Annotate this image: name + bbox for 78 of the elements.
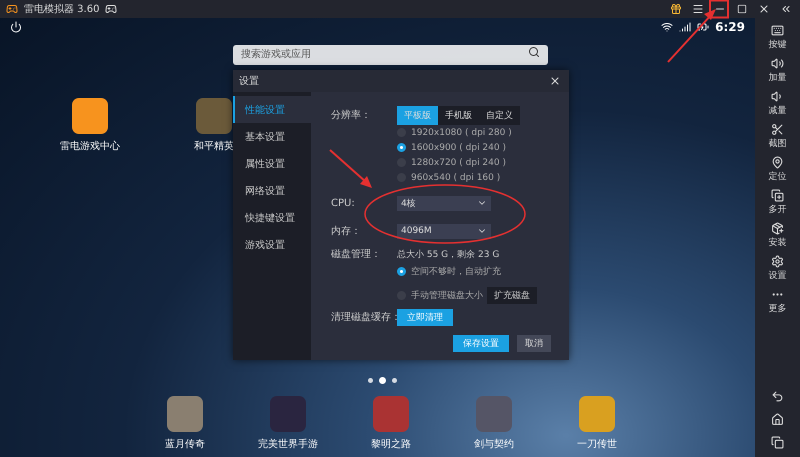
resolution-option[interactable]: 1280x720 ( dpi 240 ) <box>397 156 512 169</box>
field-label: 磁盘管理： <box>331 248 382 261</box>
cpu-select[interactable]: 4核 <box>397 196 491 210</box>
toolbar-button[interactable]: 定位 <box>768 154 786 185</box>
resolution-option[interactable]: 1600x900 ( dpi 240 ) <box>397 141 512 154</box>
settings-tab[interactable]: 基本设置 <box>233 123 311 150</box>
toolbar-icon <box>771 57 784 70</box>
field-label: 分辨率： <box>331 108 372 122</box>
recents-button[interactable] <box>769 434 786 451</box>
search-field[interactable]: 搜索游戏或应用 <box>233 44 548 64</box>
app-label: 一刀传世 <box>577 438 617 451</box>
annotation-arrow <box>667 9 716 63</box>
settings-tab[interactable]: 性能设置 <box>233 96 311 123</box>
recents-icon <box>771 436 784 449</box>
app-icon[interactable] <box>167 396 203 432</box>
toolbar-icon <box>771 189 784 202</box>
home-icon <box>771 413 784 426</box>
disk-info: 总大小 55 G，剩余 23 G <box>397 248 500 260</box>
home-button[interactable] <box>769 411 786 428</box>
mode-tab[interactable]: 自定义 <box>479 106 520 124</box>
toolbar-icon <box>771 156 784 169</box>
app-label: 完美世界手游 <box>258 438 318 451</box>
app-label: 和平精英 <box>194 140 234 153</box>
double-chevron-icon <box>780 3 792 15</box>
close-icon <box>758 3 770 15</box>
dialog-title: 设置 <box>239 74 259 88</box>
maximize-icon <box>737 4 747 14</box>
annotation-arrow <box>329 149 372 188</box>
toolbar-button[interactable]: 更多 <box>768 286 786 317</box>
disk-option[interactable]: 空间不够时，自动扩充 <box>397 264 501 278</box>
field-label: CPU: <box>331 198 356 208</box>
close-icon <box>549 75 561 87</box>
toolbar-icon <box>771 255 784 268</box>
annotation-box <box>709 0 729 18</box>
search-icon <box>528 46 540 58</box>
toolbar-button[interactable]: 加量 <box>768 55 786 86</box>
mode-tab[interactable]: 手机版 <box>438 106 479 124</box>
page-dot[interactable] <box>379 377 386 384</box>
toolbar-icon <box>771 123 784 136</box>
toolbar-button[interactable]: 减量 <box>768 88 786 119</box>
field-label: 内存： <box>331 224 362 238</box>
app-label: 蓝月传奇 <box>165 438 205 451</box>
app-label: 黎明之路 <box>371 438 411 451</box>
settings-tab[interactable]: 属性设置 <box>233 150 311 177</box>
page-dot[interactable] <box>392 378 397 383</box>
toolbar-icon <box>771 24 784 37</box>
signal-icon <box>679 21 692 33</box>
gift-icon <box>670 3 682 15</box>
toolbar-button[interactable]: 多开 <box>768 187 786 218</box>
app-icon[interactable] <box>72 98 108 134</box>
power-icon <box>10 21 22 33</box>
toolbar-button[interactable]: 按键 <box>768 22 786 53</box>
toolbar-button[interactable]: 安装 <box>768 220 786 251</box>
settings-tab[interactable]: 网络设置 <box>233 177 311 204</box>
resolution-option[interactable]: 960x540 ( dpi 160 ) <box>397 171 512 184</box>
memory-select[interactable]: 4096M <box>397 224 491 238</box>
app-label: 雷电游戏中心 <box>60 140 120 153</box>
app-label: 剑与契约 <box>474 438 514 451</box>
toolbar-icon <box>771 222 784 235</box>
settings-tab[interactable]: 快捷键设置 <box>233 204 311 231</box>
gift-button[interactable] <box>668 1 684 17</box>
logo-icon <box>6 3 18 15</box>
menu-icon <box>692 3 704 15</box>
page-dot[interactable] <box>368 378 373 383</box>
settings-tab[interactable]: 游戏设置 <box>233 231 311 258</box>
disk-option[interactable]: 手动管理磁盘大小 <box>397 288 483 302</box>
clock-time: 6:29 <box>715 20 745 34</box>
field-label: 清理磁盘缓存： <box>331 310 397 324</box>
window-title: 雷电模拟器 3.60 <box>24 2 100 16</box>
toolbar-button[interactable]: 设置 <box>768 253 786 284</box>
toolbar-icon <box>771 90 784 103</box>
battery-icon <box>697 21 710 33</box>
resolution-option[interactable]: 1920x1080 ( dpi 280 ) <box>397 126 512 139</box>
toolbar-button[interactable]: 截图 <box>768 121 786 152</box>
cancel-button[interactable]: 取消 <box>517 335 551 352</box>
back-icon <box>771 390 784 403</box>
expand-disk-button[interactable]: 扩充磁盘 <box>487 286 537 304</box>
gamepad-icon <box>105 3 118 15</box>
